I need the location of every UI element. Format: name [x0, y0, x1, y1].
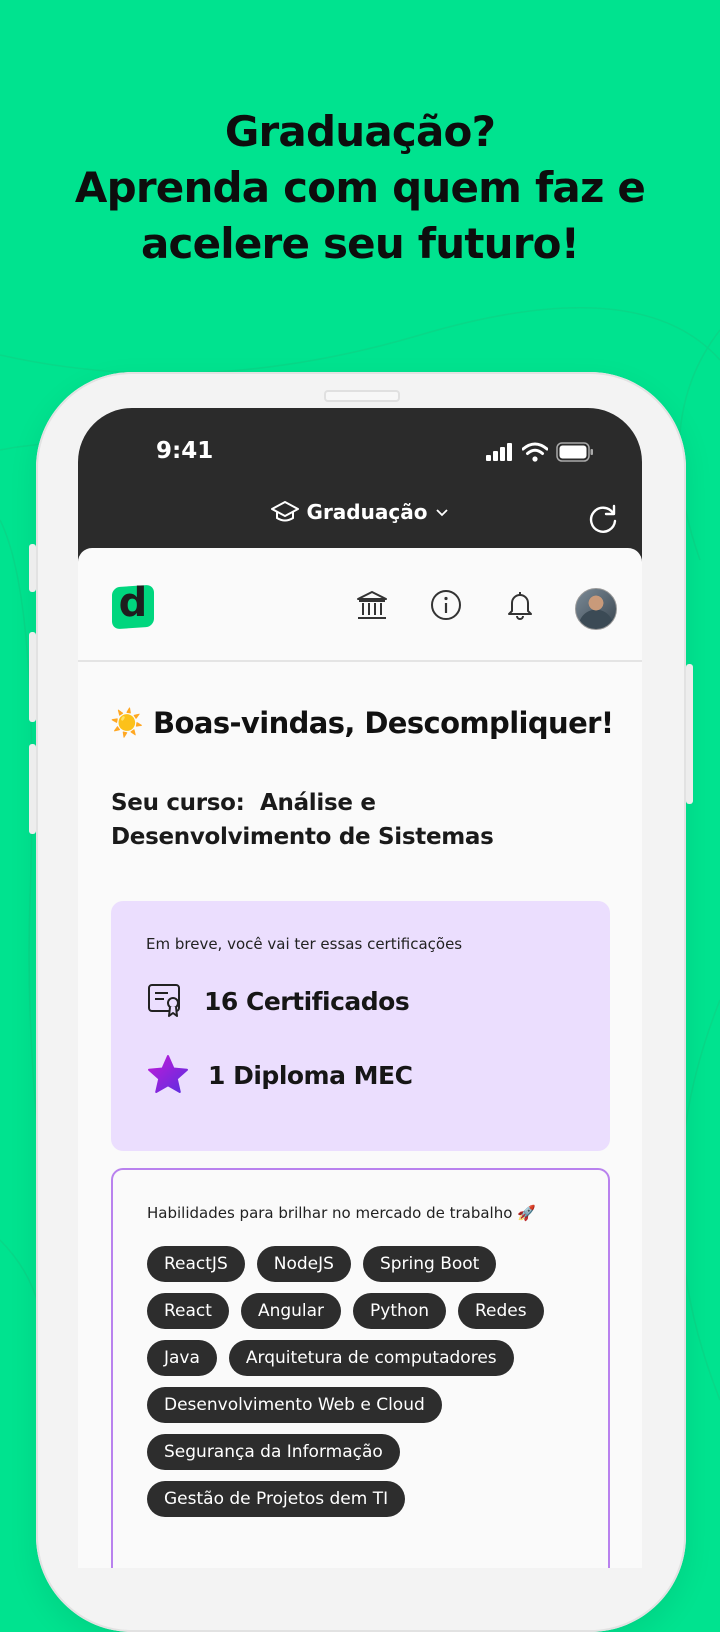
- course-info: Seu curso: Análise e Desenvolvimento de …: [111, 786, 581, 854]
- wifi-icon: [522, 442, 548, 462]
- headline: Graduação? Aprenda com quem faz e aceler…: [0, 104, 720, 272]
- phone-screen: 9:41 Graduação d ☀️ Boas-vindas, Descomp…: [78, 408, 642, 1568]
- diploma-row: 1 Diploma MEC: [146, 1053, 413, 1097]
- headline-line-2: Aprenda com quem faz e: [74, 163, 646, 212]
- diploma-label: 1 Diploma MEC: [208, 1060, 413, 1090]
- graduation-cap-icon: [270, 501, 299, 522]
- info-icon[interactable]: [427, 586, 465, 624]
- status-icons: [486, 442, 594, 462]
- welcome-heading: ☀️ Boas-vindas, Descompliquer!: [110, 706, 614, 740]
- course-line-2: Desenvolvimento de Sistemas: [111, 824, 494, 850]
- chip-row: Gestão de Projetos dem TI: [147, 1481, 587, 1517]
- sun-emoji: ☀️: [110, 708, 144, 739]
- skill-chip[interactable]: React: [147, 1293, 229, 1329]
- phone-side-button: [29, 544, 36, 592]
- skill-chip[interactable]: Gestão de Projetos dem TI: [147, 1481, 406, 1517]
- app-content: d ☀️ Boas-vindas, Descompliquer! Seu cur…: [78, 548, 642, 1568]
- skills-subtitle: Habilidades para brilhar no mercado de t…: [147, 1204, 536, 1222]
- skill-chip[interactable]: Spring Boot: [362, 1246, 497, 1282]
- institution-icon[interactable]: [353, 586, 391, 624]
- chevron-down-icon: [436, 509, 449, 517]
- course-line-1: Seu curso: Análise e: [111, 790, 376, 816]
- course-type-selector[interactable]: Graduação: [78, 500, 642, 524]
- star-icon: [148, 1055, 188, 1093]
- chip-row: Segurança da Informação: [147, 1434, 587, 1470]
- refresh-icon[interactable]: [586, 502, 620, 536]
- skill-chip[interactable]: Python: [353, 1293, 446, 1329]
- skills-chip-list: ReactJS NodeJS Spring Boot React Angular…: [147, 1246, 587, 1528]
- skill-chip[interactable]: Angular: [240, 1293, 342, 1329]
- chip-row: ReactJS NodeJS Spring Boot: [147, 1246, 587, 1282]
- certificates-row: 16 Certificados: [146, 981, 410, 1021]
- skill-chip[interactable]: Arquitetura de computadores: [228, 1340, 514, 1376]
- welcome-text: Boas-vindas, Descompliquer!: [153, 706, 614, 740]
- headline-line-1: Graduação?: [224, 107, 496, 156]
- skill-chip[interactable]: ReactJS: [147, 1246, 245, 1282]
- skill-chip[interactable]: Redes: [457, 1293, 544, 1329]
- avatar[interactable]: [575, 588, 617, 630]
- status-time: 9:41: [156, 438, 214, 464]
- skill-chip[interactable]: Desenvolvimento Web e Cloud: [147, 1387, 442, 1423]
- app-header: d: [78, 548, 642, 662]
- signal-icon: [486, 443, 512, 461]
- phone-volume-up: [29, 632, 36, 722]
- certifications-subtitle: Em breve, você vai ter essas certificaçõ…: [146, 935, 463, 953]
- skill-chip[interactable]: Java: [147, 1340, 217, 1376]
- certificates-label: 16 Certificados: [204, 986, 410, 1016]
- phone-speaker: [324, 390, 400, 402]
- certificate-icon: [148, 984, 180, 1017]
- skill-chip[interactable]: NodeJS: [256, 1246, 351, 1282]
- chip-row: Java Arquitetura de computadores: [147, 1340, 587, 1376]
- app-logo[interactable]: d: [112, 580, 154, 630]
- course-type-label: Graduação: [306, 500, 428, 524]
- chip-row: React Angular Python Redes: [147, 1293, 587, 1329]
- phone-power-button: [686, 664, 693, 804]
- phone-volume-down: [29, 744, 36, 834]
- skills-card: Habilidades para brilhar no mercado de t…: [111, 1168, 610, 1568]
- bell-icon[interactable]: [501, 586, 539, 624]
- battery-icon: [556, 442, 593, 462]
- headline-line-3: acelere seu futuro!: [140, 219, 580, 268]
- skill-chip[interactable]: Segurança da Informação: [147, 1434, 400, 1470]
- chip-row: Desenvolvimento Web e Cloud: [147, 1387, 587, 1423]
- certifications-card: Em breve, você vai ter essas certificaçõ…: [111, 901, 610, 1151]
